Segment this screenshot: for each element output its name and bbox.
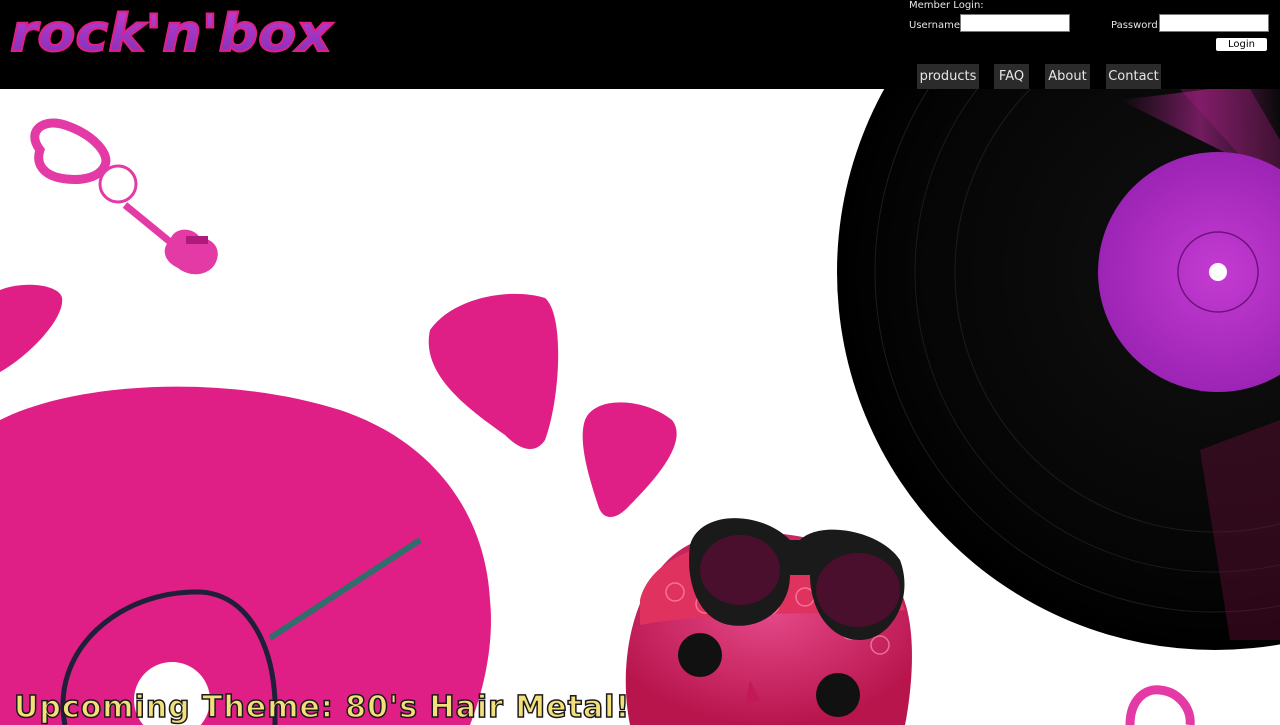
doll-figure-image [625, 518, 912, 725]
nav-item-faq[interactable]: FAQ [994, 64, 1029, 89]
upcoming-theme-banner: Upcoming Theme: 80's Hair Metal! [13, 689, 631, 725]
guitar-pick-image [582, 402, 677, 518]
logo-text: rock'n'box [10, 4, 334, 61]
password-input[interactable] [1159, 14, 1269, 32]
pink-record-image [0, 386, 491, 725]
password-label: Password: [1111, 20, 1162, 31]
nav-item-products[interactable]: products [917, 64, 979, 89]
member-login-heading: Member Login: [909, 0, 984, 11]
guitar-pick-image [0, 284, 63, 372]
guitar-keychain-image [30, 118, 218, 275]
member-login-form: Member Login: Username: Password: Login [909, 0, 1280, 60]
hero-illustration [0, 89, 1280, 725]
vinyl-record-image [837, 89, 1280, 650]
site-header: rock'n'box Member Login: Username: Passw… [0, 0, 1280, 89]
nav-item-about[interactable]: About [1045, 64, 1090, 89]
keychain-loop-image [1125, 685, 1195, 725]
username-input[interactable] [960, 14, 1070, 32]
login-button[interactable]: Login [1216, 38, 1267, 51]
site-logo[interactable]: rock'n'box [8, 3, 338, 61]
guitar-pick-image [428, 293, 559, 450]
username-label: Username: [909, 20, 964, 31]
nav-item-contact[interactable]: Contact [1106, 64, 1161, 89]
